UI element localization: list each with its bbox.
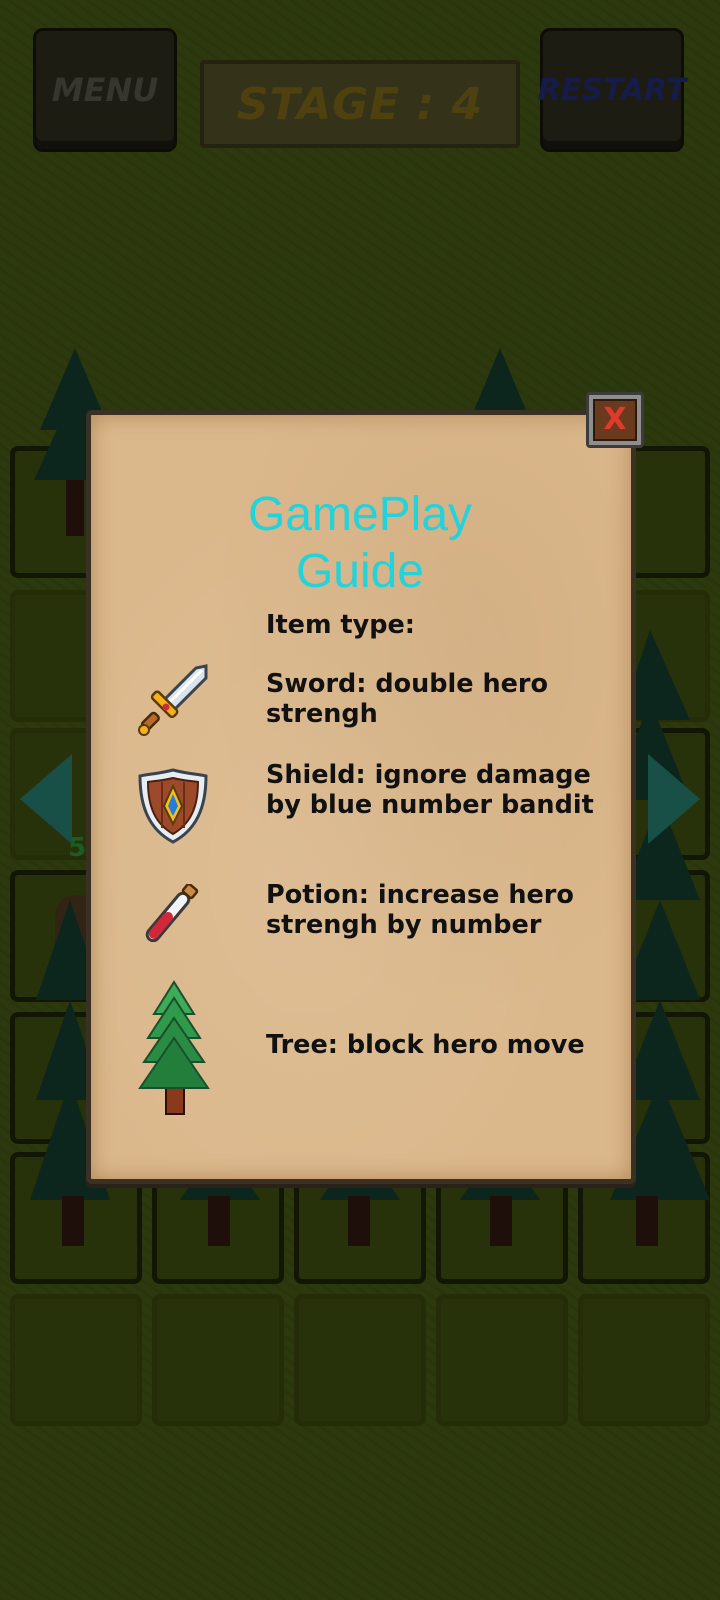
close-button[interactable]: X [586,392,644,448]
sword-description: Sword: double hero strengh [266,669,548,729]
potion-icon [145,884,199,943]
shield-icon [138,768,208,844]
item-type-heading: Item type: [266,610,415,640]
tree-icon [138,980,210,1115]
sword-icon [138,664,208,736]
potion-description: Potion: increase hero strengh by number [266,880,574,940]
guide-title-line2: Guide [295,545,425,598]
shield-description: Shield: ignore damage by blue number ban… [266,760,594,820]
guide-title-line1: GamePlay [247,488,473,541]
guide-title: GamePlay Guide [200,486,520,600]
close-icon: X [593,399,637,441]
tree-description: Tree: block hero move [266,1030,585,1060]
